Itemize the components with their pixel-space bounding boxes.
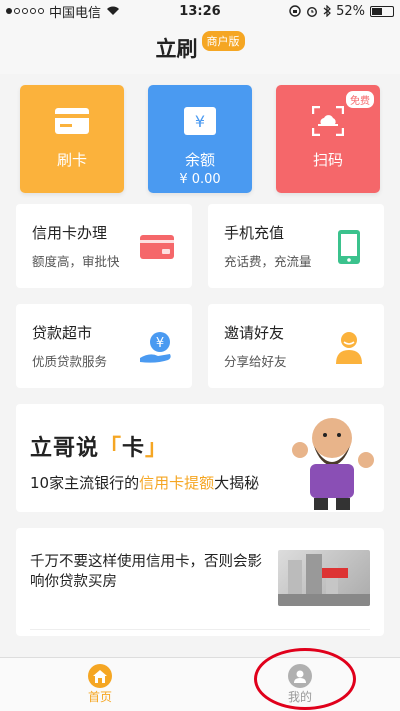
battery-percent: 52%	[336, 3, 365, 19]
swipe-card-label: 刷卡	[56, 151, 87, 169]
article-title: 千万不要这样使用信用卡，否则会影响你贷款买房	[30, 554, 262, 590]
credit-card-apply-tile[interactable]: 信用卡办理 额度高，审批快	[16, 204, 192, 288]
article-thumbnail	[278, 550, 370, 606]
article-divider	[30, 629, 370, 630]
svg-text:¥: ¥	[156, 336, 164, 351]
loan-hand-icon: ¥	[140, 330, 174, 364]
carrier-label: 中国电信	[49, 5, 102, 21]
alarm-icon	[307, 7, 318, 17]
tab-mine-label: 我的	[287, 690, 312, 704]
banner-title: 立哥说「卡」	[30, 430, 168, 462]
merchant-badge: 商户版	[201, 31, 245, 51]
banner-sub-a: 10家主流银行的	[30, 474, 140, 492]
balance-label: 余额	[184, 151, 215, 169]
promo-banner[interactable]: 立哥说「卡」 10家主流银行的信用卡提额大揭秘	[16, 404, 384, 512]
banner-sub-b: 大揭秘	[214, 474, 260, 492]
tab-home[interactable]: 首页	[0, 658, 200, 711]
phone-recharge-tile[interactable]: 手机充值 充话费，充流量	[208, 204, 384, 288]
svg-text:¥: ¥	[195, 112, 205, 131]
credit-card-icon	[140, 230, 174, 264]
wallet-icon: ¥	[183, 107, 217, 135]
app-header: 立刷 商户版	[0, 22, 400, 74]
signal-icon	[6, 8, 44, 14]
quick-actions: 刷卡 ¥ 余额 ¥ 0.00 免费 扫码	[0, 74, 400, 196]
free-badge: 免费	[346, 91, 374, 108]
tab-home-label: 首页	[87, 690, 112, 704]
status-bar: 中国电信 13:26 52%	[0, 0, 400, 22]
home-content[interactable]: 刷卡 ¥ 余额 ¥ 0.00 免费 扫码 信用卡办理 额度高，审批快 手机充值	[0, 74, 400, 662]
battery-icon	[370, 5, 394, 17]
home-icon	[88, 664, 112, 688]
banner-quote-open: 「	[99, 436, 123, 461]
phone-icon	[332, 230, 366, 264]
balance-button[interactable]: ¥ 余额 ¥ 0.00	[148, 85, 252, 193]
page-title: 立刷	[155, 37, 198, 61]
status-time: 13:26	[179, 3, 221, 19]
mascot-illustration	[292, 418, 374, 510]
user-icon	[288, 664, 312, 688]
banner-sub-highlight: 信用卡提额	[139, 474, 215, 492]
banner-quote-close: 」	[145, 436, 169, 461]
card-icon	[55, 107, 89, 135]
scan-code-button[interactable]: 免费 扫码	[276, 85, 380, 193]
scan-code-label: 扫码	[312, 151, 343, 169]
wifi-icon	[107, 6, 120, 15]
balance-amount: ¥ 0.00	[179, 172, 221, 187]
scan-icon	[311, 106, 345, 136]
friend-icon	[332, 330, 366, 364]
article-card[interactable]: 千万不要这样使用信用卡，否则会影响你贷款买房	[16, 528, 384, 636]
service-grid: 信用卡办理 额度高，审批快 手机充值 充话费，充流量 贷款超市 优质贷款服务 ¥…	[0, 196, 400, 388]
status-right: 52%	[289, 4, 394, 19]
bluetooth-icon	[323, 5, 331, 17]
banner-title-text: 立哥说	[30, 436, 100, 461]
tab-mine[interactable]: 我的	[200, 658, 400, 711]
loan-market-tile[interactable]: 贷款超市 优质贷款服务 ¥	[16, 304, 192, 388]
status-left: 中国电信	[6, 2, 120, 21]
swipe-card-button[interactable]: 刷卡	[20, 85, 124, 193]
invite-friends-tile[interactable]: 邀请好友 分享给好友	[208, 304, 384, 388]
banner-subtitle: 10家主流银行的信用卡提额大揭秘	[30, 472, 259, 493]
banner-title-card: 卡	[122, 436, 146, 461]
lock-rotation-icon	[289, 5, 301, 17]
tab-bar: 首页 我的	[0, 657, 400, 711]
